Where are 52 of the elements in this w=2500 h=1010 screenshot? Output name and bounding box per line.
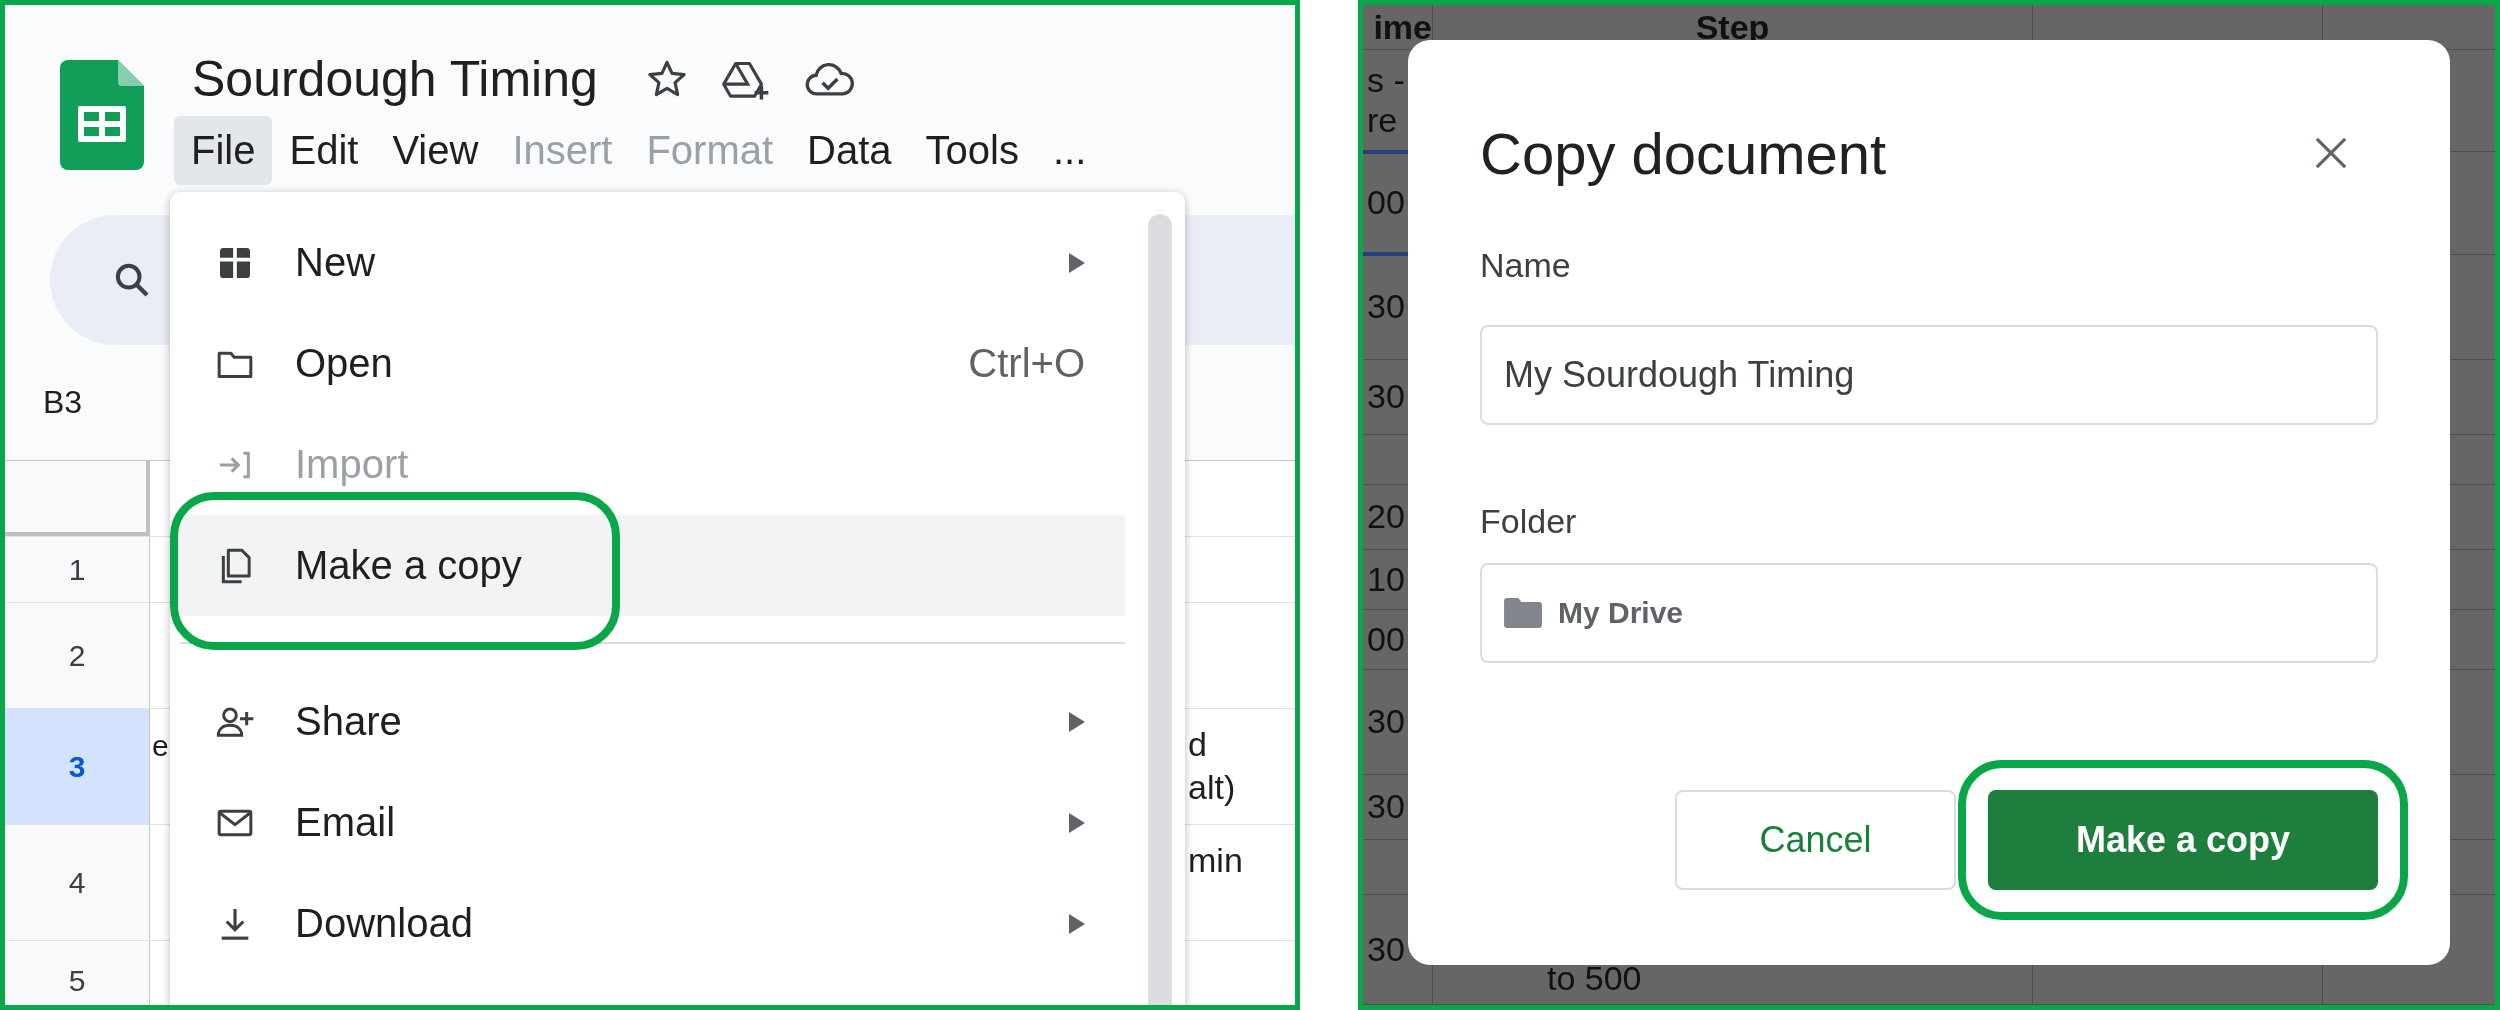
- column-header: Step: [1695, 7, 1770, 47]
- cell-text: 00: [1366, 619, 1405, 660]
- cell-text: d alt): [1188, 724, 1236, 808]
- column-header: ime: [1373, 7, 1432, 47]
- cell-text: min: [1188, 840, 1243, 881]
- cell-text: to 500: [1546, 958, 1642, 998]
- make-copy-button[interactable]: Make a copy: [1988, 790, 2378, 890]
- cancel-button[interactable]: Cancel: [1675, 790, 1956, 890]
- field-label: Folder: [1480, 501, 1577, 542]
- spreadsheet-logo-icon: [60, 60, 144, 170]
- cell-text: 00: [1366, 183, 1405, 223]
- submenu-arrow-icon: [1069, 812, 1085, 833]
- field-label: Name: [1480, 245, 1571, 286]
- menu-bar-item[interactable]: Tools: [908, 115, 1036, 185]
- cell-text: 20: [1366, 497, 1405, 537]
- row-header[interactable]: 3: [5, 709, 150, 824]
- dialog-title: Copy document: [1480, 119, 1887, 187]
- cell-text: e: [152, 728, 169, 764]
- close-icon[interactable]: [2314, 136, 2348, 170]
- menu-item[interactable]: Open Ctrl+O: [180, 313, 1125, 414]
- folder-picker[interactable]: My Drive: [1480, 563, 2378, 663]
- cell-text: 30: [1366, 287, 1405, 327]
- menu-bar-item[interactable]: View: [375, 115, 496, 185]
- menu-item[interactable]: New: [180, 212, 1125, 313]
- cell-text: 30: [1366, 929, 1405, 970]
- cell-text: 10: [1366, 559, 1405, 600]
- menu-item[interactable]: Make a copy: [180, 515, 1125, 616]
- row-header[interactable]: 2: [5, 603, 150, 708]
- menu-bar-item[interactable]: Data: [790, 115, 909, 185]
- menu-item[interactable]: Share: [180, 671, 1125, 772]
- folder-icon: [1504, 598, 1542, 628]
- submenu-arrow-icon: [1069, 913, 1085, 934]
- row-header[interactable]: 4: [5, 825, 150, 940]
- row-header[interactable]: 5: [5, 941, 150, 1005]
- document-title[interactable]: Sourdough Timing: [192, 50, 598, 108]
- menu-bar-item[interactable]: ...: [1036, 115, 1104, 185]
- cell-text: s - re: [1366, 61, 1405, 140]
- cell-text: 30: [1366, 377, 1405, 417]
- menu-item[interactable]: Email: [180, 772, 1125, 873]
- scrollbar[interactable]: [1148, 214, 1172, 1005]
- input-field[interactable]: My Sourdough Timing: [1480, 325, 2378, 425]
- menu-item[interactable]: Download: [180, 873, 1125, 974]
- corner-cell[interactable]: [5, 461, 150, 536]
- submenu-arrow-icon: [1069, 711, 1085, 732]
- cell-text: 30: [1366, 787, 1405, 827]
- name-box[interactable]: B3: [43, 384, 83, 421]
- shortcut-text: Ctrl+O: [968, 341, 1085, 386]
- row-header[interactable]: 1: [5, 537, 150, 602]
- cell-text: 30: [1366, 702, 1405, 742]
- menu-bar-item[interactable]: File: [174, 115, 273, 185]
- submenu-arrow-icon: [1069, 252, 1085, 273]
- menu-bar-item[interactable]: Edit: [272, 115, 376, 185]
